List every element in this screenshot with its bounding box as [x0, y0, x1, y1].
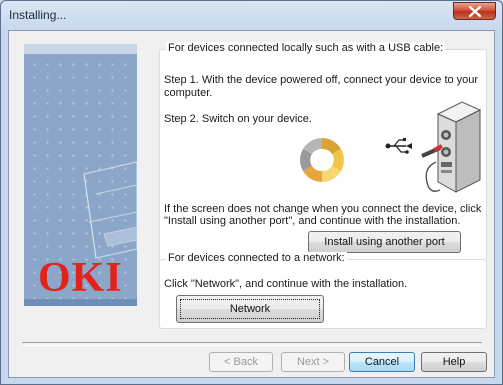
oki-logo: OKI — [38, 255, 123, 301]
hint-text-line2: "Install using another port", and contin… — [164, 215, 461, 227]
network-button[interactable]: Network — [176, 295, 324, 323]
cancel-button[interactable]: Cancel — [349, 352, 415, 372]
usb-pc-connection-icon — [385, 101, 482, 193]
close-button[interactable] — [453, 2, 496, 20]
step2-text: Step 2. Switch on your device. — [164, 113, 312, 125]
network-group: For devices connected to a network: Clic… — [159, 252, 487, 329]
brand-panel: OKI — [24, 44, 137, 306]
footer-separator — [22, 342, 482, 346]
step1-text-line2: computer. — [164, 87, 213, 99]
usb-group: For devices connected locally such as wi… — [159, 42, 487, 273]
window-title: Installing... — [9, 8, 67, 22]
installer-window: Installing... OKI For devices connected … — [0, 0, 503, 385]
help-button[interactable]: Help — [421, 352, 487, 372]
install-using-another-port-button[interactable]: Install using another port — [308, 231, 461, 253]
close-icon — [469, 6, 481, 17]
next-button[interactable]: Next > — [281, 352, 345, 372]
progress-spinner-icon — [300, 138, 344, 182]
network-instruction-text: Click "Network", and continue with the i… — [164, 278, 408, 290]
title-bar[interactable]: Installing... — [1, 1, 502, 29]
usb-group-legend: For devices connected locally such as wi… — [166, 42, 446, 54]
step1-text-line1: Step 1. With the device powered off, con… — [164, 74, 479, 86]
network-group-legend: For devices connected to a network: — [166, 252, 347, 264]
back-button[interactable]: < Back — [209, 352, 273, 372]
dialog-body: OKI For devices connected locally such a… — [8, 30, 495, 378]
